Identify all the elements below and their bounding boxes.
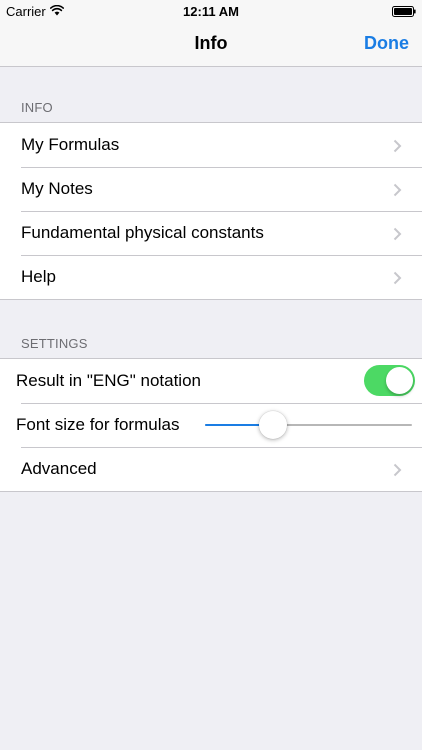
slider-thumb[interactable] [259,411,288,439]
row-my-notes[interactable]: My Notes [0,167,422,211]
row-eng-notation: Result in "ENG" notation [0,359,422,403]
row-label: Result in "ENG" notation [16,371,201,390]
status-bar: Carrier 12:11 AM [0,0,422,22]
row-my-formulas[interactable]: My Formulas [0,123,422,167]
settings-group: Result in "ENG" notation Font size for f… [0,358,422,492]
chevron-right-icon [393,226,402,241]
row-label: Advanced [21,459,97,478]
row-label: Fundamental physical constants [21,223,264,242]
done-button[interactable]: Done [364,33,409,54]
font-size-slider[interactable] [205,411,412,439]
row-label: Font size for formulas [16,415,180,434]
chevron-right-icon [393,182,402,197]
chevron-right-icon [393,138,402,153]
chevron-right-icon [393,270,402,285]
row-physical-constants[interactable]: Fundamental physical constants [0,211,422,255]
row-advanced[interactable]: Advanced [0,447,422,491]
page-title: Info [194,33,228,53]
info-section-header: INFO [21,100,53,115]
toggle-knob [386,367,413,394]
row-label: Help [21,267,56,286]
row-font-size: Font size for formulas [0,403,422,447]
settings-section-header: SETTINGS [21,336,88,351]
battery-icon [392,5,416,17]
chevron-right-icon [393,462,402,477]
status-time: 12:11 AM [183,4,239,19]
row-label: My Formulas [21,135,120,154]
row-help[interactable]: Help [0,255,422,299]
navigation-bar: Info Done [0,22,422,67]
info-group: My Formulas My Notes Fundamental physica… [0,122,422,300]
row-label: My Notes [21,179,93,198]
eng-notation-toggle[interactable] [364,365,415,396]
